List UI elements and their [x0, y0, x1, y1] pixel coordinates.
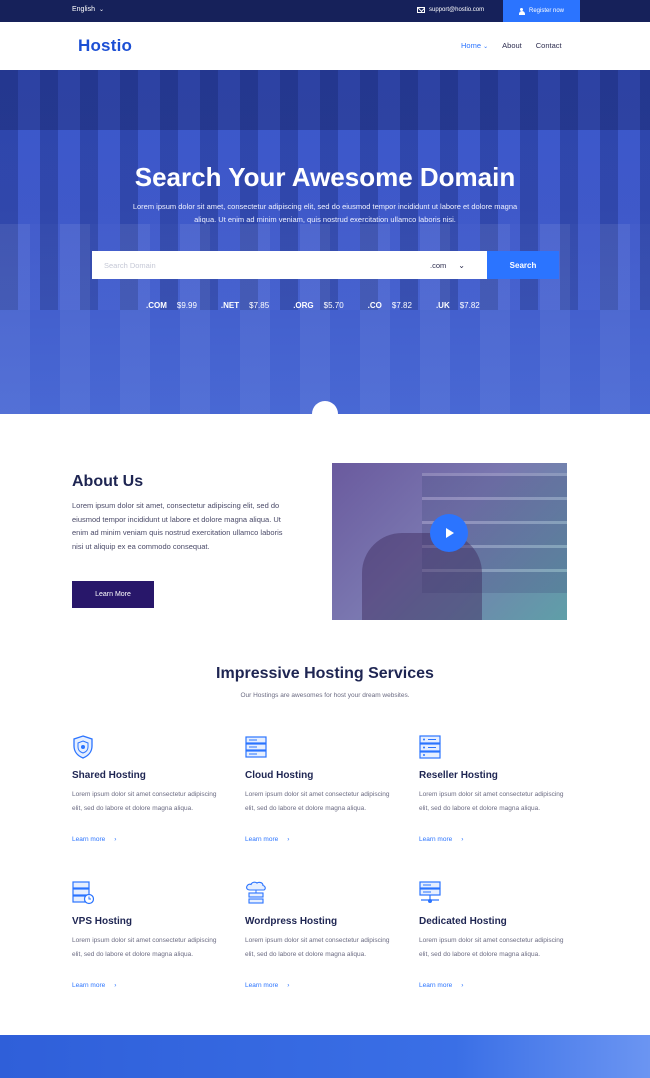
- about-text: Lorem ipsum dolor sit amet, consectetur …: [72, 501, 283, 552]
- about-title: About Us: [72, 473, 144, 490]
- learn-more-label: Learn more: [245, 982, 279, 989]
- service-learn-more-link[interactable]: Learn more ›: [419, 836, 463, 843]
- service-name: Shared Hosting: [72, 770, 146, 781]
- price-item: .UK $7.82: [436, 301, 480, 310]
- chevron-down-icon: ⌄: [483, 44, 489, 50]
- main-menu: Home ⌄ About Contact: [461, 41, 562, 50]
- chevron-right-icon: ›: [114, 982, 117, 989]
- domain-search-button[interactable]: Search: [487, 251, 559, 279]
- service-learn-more-link[interactable]: Learn more ›: [72, 836, 116, 843]
- user-icon: [518, 7, 525, 15]
- chevron-down-icon: ⌄: [458, 260, 465, 270]
- service-card-vps: VPS Hosting Lorem ipsum dolor sit amet c…: [72, 881, 232, 989]
- service-name: VPS Hosting: [72, 916, 133, 927]
- envelope-icon: [417, 7, 425, 13]
- service-learn-more-link[interactable]: Learn more ›: [245, 836, 289, 843]
- language-label: English: [72, 6, 95, 13]
- chevron-right-icon: ›: [287, 982, 290, 989]
- price-tld: .CO: [367, 301, 382, 310]
- service-card-shared: Shared Hosting Lorem ipsum dolor sit ame…: [72, 735, 232, 843]
- server-rack-icon: [419, 735, 441, 759]
- chevron-right-icon: ›: [461, 836, 464, 843]
- learn-more-label: Learn more: [245, 836, 279, 843]
- support-email-text: support@hostio.com: [429, 7, 485, 13]
- price-value: $7.82: [391, 301, 412, 310]
- service-card-dedicated: Dedicated Hosting Lorem ipsum dolor sit …: [419, 881, 579, 989]
- learn-more-label: Learn more: [419, 982, 453, 989]
- hero-lead-text: Lorem ipsum dolor sit amet, consectetur …: [132, 202, 518, 224]
- price-tld: .NET: [220, 301, 240, 310]
- services-subtitle: Our Hostings are awesomes for host your …: [240, 692, 410, 699]
- nav-item-home[interactable]: Home ⌄: [461, 41, 488, 50]
- services-title: Impressive Hosting Services: [216, 665, 434, 682]
- service-description: Lorem ipsum dolor sit amet consectetur a…: [245, 937, 390, 958]
- video-people-image: [362, 533, 482, 620]
- service-name: Dedicated Hosting: [419, 916, 507, 927]
- service-learn-more-link[interactable]: Learn more ›: [72, 982, 116, 989]
- chevron-right-icon: ›: [287, 836, 290, 843]
- chevron-right-icon: ›: [461, 982, 464, 989]
- price-value: $7.82: [459, 301, 480, 310]
- site-logo[interactable]: Hostio: [78, 36, 132, 56]
- service-description: Lorem ipsum dolor sit amet consectetur a…: [245, 791, 390, 812]
- chevron-down-icon: ⌄: [98, 7, 104, 13]
- price-value: $7.85: [249, 301, 270, 310]
- service-learn-more-link[interactable]: Learn more ›: [245, 982, 289, 989]
- service-card-wordpress: Wordpress Hosting Lorem ipsum dolor sit …: [245, 881, 405, 989]
- price-tld: .ORG: [293, 301, 314, 310]
- hero-title: Search Your Awesome Domain: [134, 162, 516, 192]
- price-item: .CO $7.82: [368, 301, 412, 310]
- service-description: Lorem ipsum dolor sit amet consectetur a…: [72, 791, 217, 812]
- chevron-down-icon: ⌄: [320, 408, 330, 415]
- language-selector[interactable]: English ⌄: [72, 6, 104, 13]
- register-label: Register now: [528, 8, 564, 14]
- service-description: Lorem ipsum dolor sit amet consectetur a…: [419, 937, 564, 958]
- support-email-link[interactable]: support@hostio.com: [417, 7, 484, 13]
- learn-more-label: Learn more: [419, 836, 453, 843]
- service-name: Wordpress Hosting: [245, 916, 338, 927]
- server-clock-icon: [72, 881, 94, 905]
- price-tld: .UK: [435, 301, 450, 310]
- price-item: .ORG $5.70: [293, 301, 343, 310]
- server-icon: [245, 736, 267, 758]
- hero-background-ceiling: [0, 70, 650, 130]
- learn-more-label: Learn more: [72, 836, 106, 843]
- cloud-server-icon: [246, 881, 266, 904]
- price-value: $5.70: [323, 301, 344, 310]
- service-name: Reseller Hosting: [419, 770, 498, 781]
- learn-more-label: Learn more: [72, 982, 106, 989]
- main-navbar: Hostio Home ⌄ About Contact: [0, 22, 650, 70]
- service-description: Lorem ipsum dolor sit amet consectetur a…: [419, 791, 564, 812]
- hero-section: Search Your Awesome Domain Lorem ipsum d…: [0, 70, 650, 414]
- domain-price-list: .COM $9.99 .NET $7.85 .ORG $5.70 .CO $7.82 .…: [146, 301, 504, 310]
- service-learn-more-link[interactable]: Learn more ›: [419, 982, 463, 989]
- chevron-right-icon: ›: [114, 836, 117, 843]
- price-tld: .COM: [146, 301, 167, 310]
- video-play-button[interactable]: [430, 514, 468, 552]
- play-icon: [446, 528, 454, 538]
- top-bar: English ⌄ support@hostio.com Register no…: [0, 0, 650, 22]
- domain-search-form: .com ⌄ Search: [92, 251, 559, 279]
- price-item: .NET $7.85: [221, 301, 269, 310]
- service-card-reseller: Reseller Hosting Lorem ipsum dolor sit a…: [419, 735, 579, 843]
- price-item: .COM $9.99: [146, 301, 197, 310]
- footer-banner: [0, 1035, 650, 1078]
- service-card-cloud: Cloud Hosting Lorem ipsum dolor sit amet…: [245, 735, 405, 843]
- service-description: Lorem ipsum dolor sit amet consectetur a…: [72, 937, 217, 958]
- tld-select[interactable]: .com ⌄: [422, 251, 487, 279]
- nav-item-about[interactable]: About: [502, 41, 522, 50]
- price-value: $9.99: [176, 301, 197, 310]
- learn-more-button[interactable]: Learn More: [72, 581, 154, 608]
- service-name: Cloud Hosting: [245, 770, 314, 781]
- nav-item-contact[interactable]: Contact: [536, 41, 562, 50]
- domain-search-input[interactable]: [92, 251, 422, 279]
- shield-icon: [73, 735, 93, 759]
- tld-selected-value: .com: [430, 260, 447, 270]
- nav-item-home-label: Home: [461, 41, 482, 50]
- register-button[interactable]: Register now: [503, 0, 580, 22]
- network-server-icon: [419, 881, 441, 903]
